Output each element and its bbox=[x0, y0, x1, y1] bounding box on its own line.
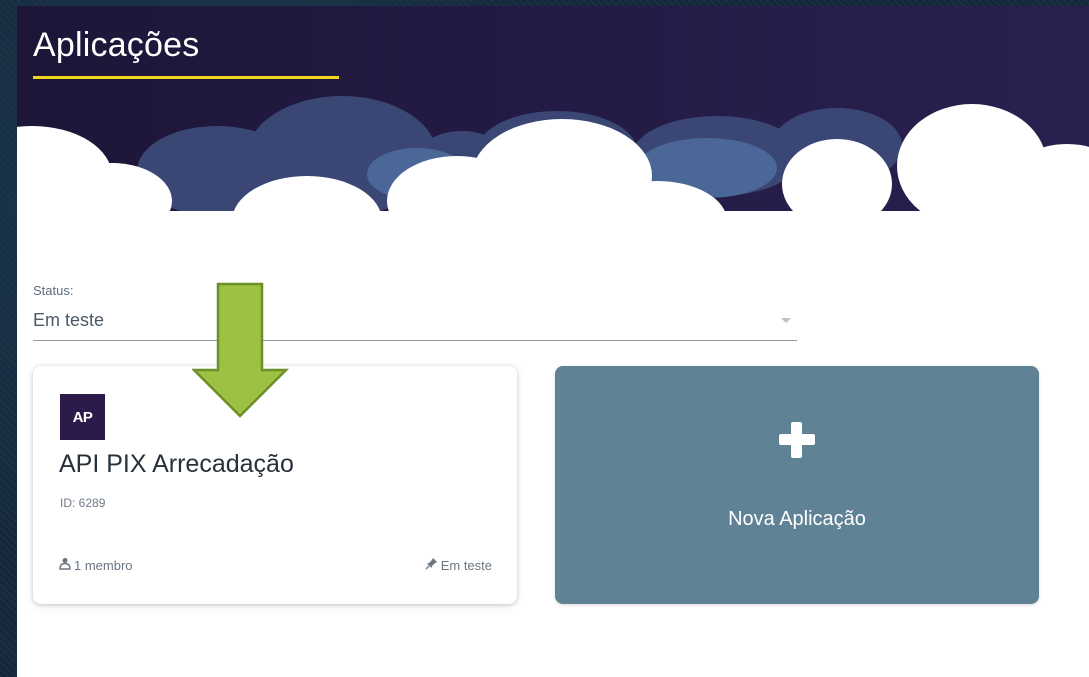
app-name: API PIX Arrecadação bbox=[59, 450, 294, 478]
page-header: Aplicações bbox=[17, 6, 1089, 246]
pin-icon bbox=[425, 557, 438, 573]
main-window: Aplicações Status: Em teste AP API PIX A… bbox=[17, 6, 1089, 677]
app-members: 1 membro bbox=[59, 557, 133, 573]
app-status: Em teste bbox=[425, 557, 492, 573]
new-application-label: Nova Aplicação bbox=[728, 508, 866, 530]
new-application-button[interactable]: Nova Aplicação bbox=[555, 366, 1039, 604]
status-filter-label: Status: bbox=[33, 283, 74, 298]
app-status-text: Em teste bbox=[440, 557, 492, 573]
member-icon bbox=[59, 557, 71, 573]
title-underline bbox=[33, 76, 339, 79]
plus-icon bbox=[779, 422, 815, 458]
app-members-text: 1 membro bbox=[74, 557, 133, 573]
page-title: Aplicações bbox=[33, 26, 200, 64]
arrow-down-icon bbox=[192, 282, 290, 418]
status-filter-select[interactable]: Em teste bbox=[33, 304, 797, 341]
chevron-down-icon bbox=[781, 318, 791, 323]
app-id: ID: 6289 bbox=[60, 496, 106, 510]
status-filter-value: Em teste bbox=[33, 310, 105, 330]
app-avatar: AP bbox=[60, 394, 105, 440]
